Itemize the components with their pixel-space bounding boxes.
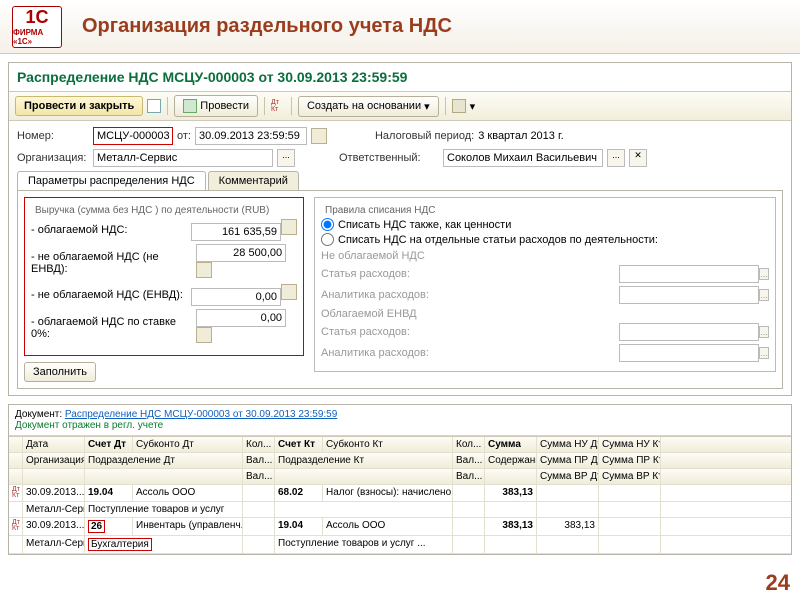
resp-clear-button[interactable]: ✕ [629, 149, 647, 167]
fill-button[interactable]: Заполнить [24, 362, 96, 382]
acc-dt-highlight: 26 [88, 520, 105, 533]
date-label: от: [177, 130, 191, 142]
grid-data-row[interactable]: Металл-Серв Бухгалтерия Поступление това… [9, 536, 791, 554]
analytics-field-2 [619, 344, 759, 362]
print-icon[interactable] [452, 99, 466, 113]
logo-1c: 1С ФИРМА «1С» [12, 6, 62, 48]
grid-data-row[interactable]: Металл-Серв Поступление товаров и услуг [9, 502, 791, 518]
slide-title: Организация раздельного учета НДС [82, 15, 452, 38]
rev2-label: - не облагаемой НДС (не ЕНВД): [31, 251, 190, 275]
org-field[interactable] [93, 149, 273, 167]
rules-fieldset-title: Правила списания НДС [321, 205, 439, 216]
rules-sec2: Облагаемой ЕНВД [321, 308, 769, 320]
rev4-input[interactable] [196, 309, 286, 327]
analytics-label: Аналитика расходов: [321, 289, 429, 301]
exp-item-label-2: Статья расходов: [321, 326, 410, 338]
number-label: Номер: [17, 130, 89, 142]
save-icon[interactable] [147, 99, 161, 113]
ledger-doc-link[interactable]: Распределение НДС МСЦУ-000003 от 30.09.2… [65, 409, 337, 420]
post-button[interactable]: Провести [174, 95, 258, 117]
slide-number: 24 [766, 570, 790, 596]
post-icon [183, 99, 197, 113]
calendar-icon[interactable] [311, 128, 327, 144]
rule-opt2-radio[interactable] [321, 233, 334, 246]
rules-sec1: Не облагаемой НДС [321, 250, 769, 262]
calc-icon[interactable] [196, 262, 212, 278]
document-title: Распределение НДС МСЦУ-000003 от 30.09.2… [9, 63, 791, 91]
rule-opt2-label: Списать НДС на отдельные статьи расходов… [338, 234, 658, 246]
ledger-status: Документ отражен в регл. учете [15, 420, 785, 431]
grid-data-row[interactable]: ДтКт 30.09.2013... 19.04 Ассоль ООО 68.0… [9, 485, 791, 502]
tab-params[interactable]: Параметры распределения НДС [17, 171, 206, 190]
grid-data-row[interactable]: ДтКт 30.09.2013... 26 Инвентарь (управле… [9, 518, 791, 536]
exp-item-select-2: ... [759, 326, 769, 338]
rev2-input[interactable] [196, 244, 286, 262]
chevron-down-icon[interactable]: ▾ [470, 100, 476, 113]
rule-opt1-radio[interactable] [321, 218, 334, 231]
dept-highlight: Бухгалтерия [88, 538, 152, 551]
dtKt-icon: ДтКт [9, 485, 23, 501]
analytics-label-2: Аналитика расходов: [321, 347, 429, 359]
calc-icon[interactable] [196, 327, 212, 343]
exp-item-field-2 [619, 323, 759, 341]
post-and-close-button[interactable]: Провести и закрыть [15, 96, 143, 116]
analytics-field [619, 286, 759, 304]
org-label: Организация: [17, 152, 89, 164]
toolbar: Провести и закрыть Провести ДтКт Создать… [9, 91, 791, 121]
rev4-label: - облагаемой НДС по ставке 0%: [31, 316, 190, 340]
org-select-button[interactable]: ... [277, 149, 295, 167]
calc-icon[interactable] [281, 284, 297, 300]
exp-item-select: ... [759, 268, 769, 280]
number-field[interactable] [93, 127, 173, 145]
analytics-select-2: ... [759, 347, 769, 359]
grid-header-row-2: Организация Подразделение Дт Вал... Подр… [9, 453, 791, 469]
rule-opt1-label: Списать НДС также, как ценности [338, 219, 511, 231]
exp-item-field [619, 265, 759, 283]
chevron-down-icon: ▾ [424, 100, 430, 113]
grid-header-row: Дата Счет Дт Субконто Дт Кол... Счет Кт … [9, 437, 791, 453]
resp-field[interactable] [443, 149, 603, 167]
dtKt-icon: ДтКт [9, 518, 23, 535]
analytics-select: ... [759, 289, 769, 301]
calc-icon[interactable] [281, 219, 297, 235]
grid-header-row-3: Вал... Вал... Сумма ВР ДтСумма ВР Кт [9, 469, 791, 485]
ledger-panel: Документ: Распределение НДС МСЦУ-000003 … [8, 404, 792, 555]
rev1-input[interactable] [191, 223, 281, 241]
ledger-doc-label: Документ: [15, 409, 62, 420]
rev3-label: - не облагаемой НДС (ЕНВД): [31, 289, 183, 301]
tax-period-value: 3 квартал 2013 г. [478, 130, 563, 142]
rev3-input[interactable] [191, 288, 281, 306]
resp-label: Ответственный: [339, 152, 439, 164]
date-field[interactable] [195, 127, 307, 145]
tab-comment[interactable]: Комментарий [208, 171, 299, 190]
exp-item-label: Статья расходов: [321, 268, 410, 280]
dtKt-icon[interactable]: ДтКт [271, 99, 285, 113]
revenue-fieldset-title: Выручка (сумма без НДС ) по деятельности… [31, 205, 273, 216]
tax-period-label: Налоговый период: [375, 130, 474, 142]
create-based-button[interactable]: Создать на основании ▾ [298, 96, 439, 117]
rev1-label: - облагаемой НДС: [31, 224, 127, 236]
resp-select-button[interactable]: ... [607, 149, 625, 167]
